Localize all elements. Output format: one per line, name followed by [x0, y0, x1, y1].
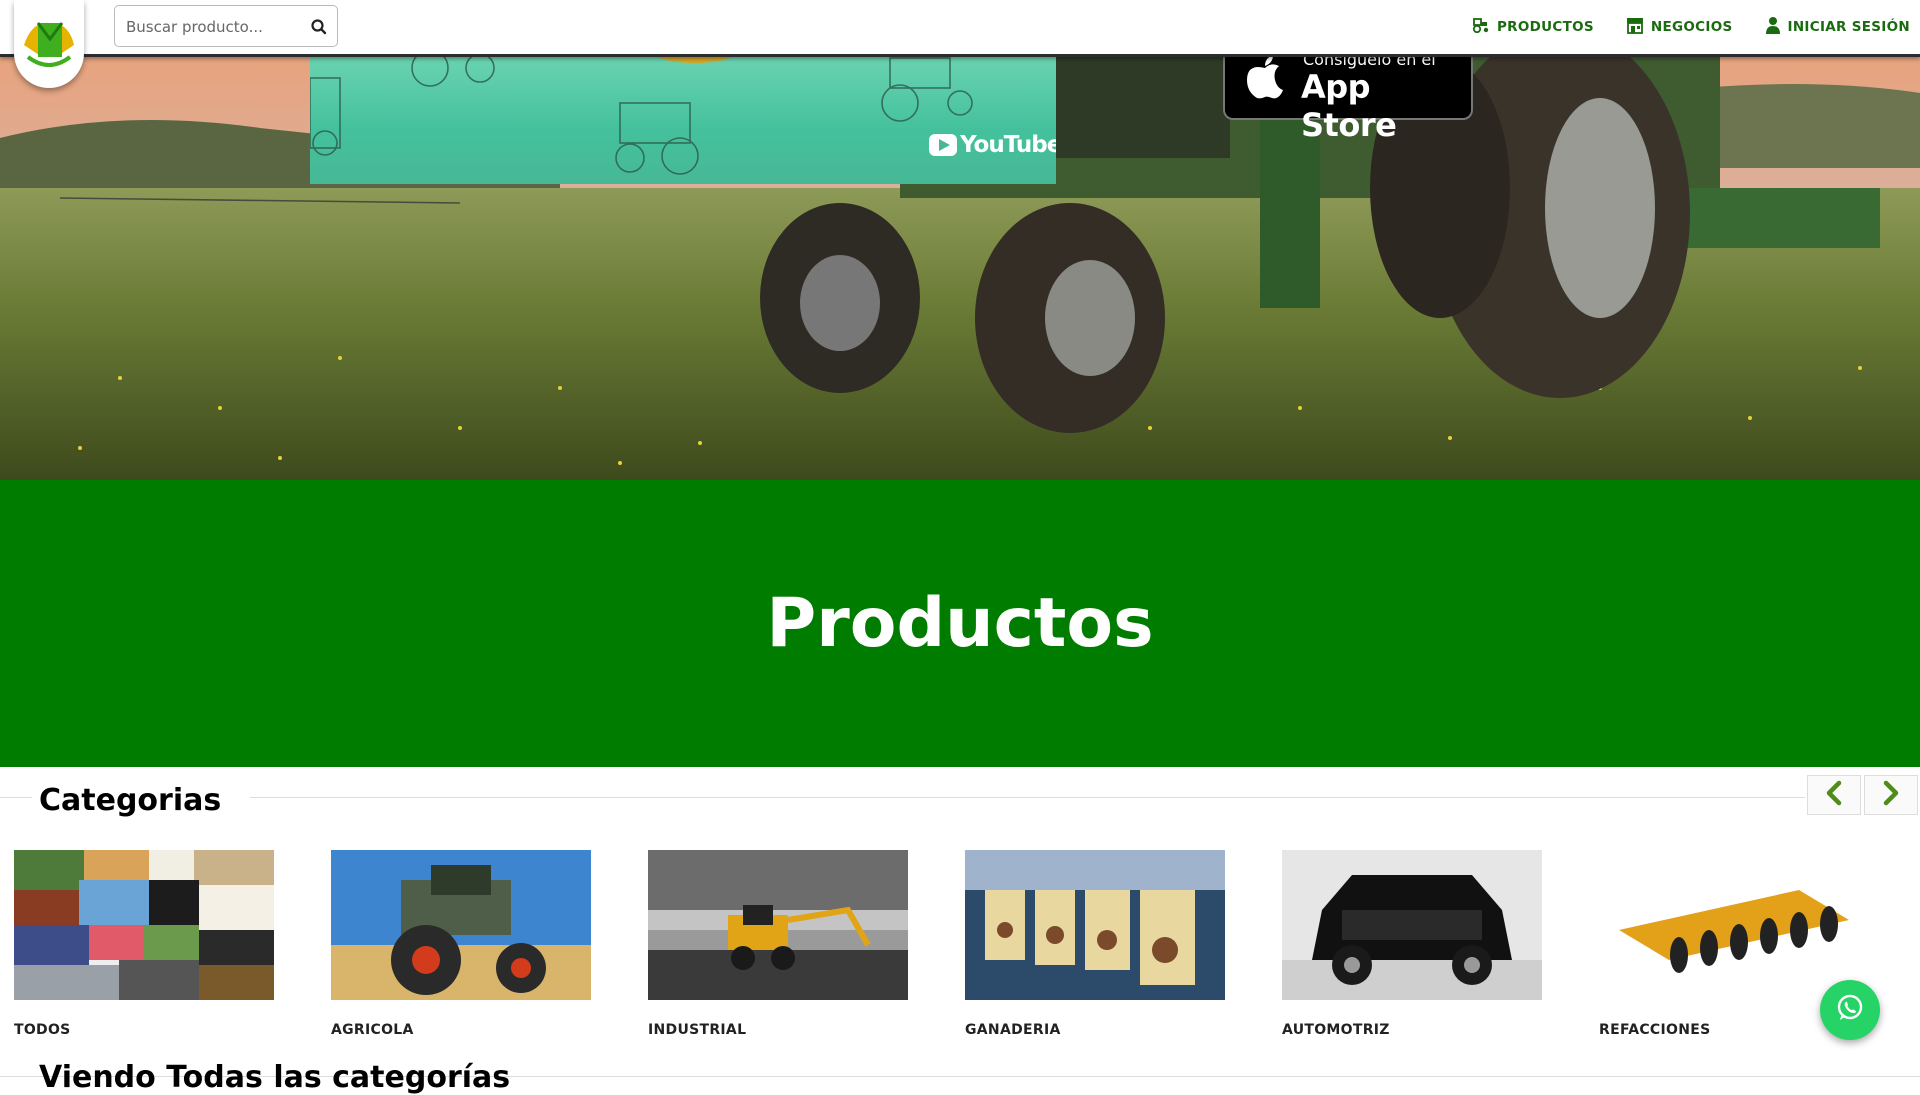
tractor-icon	[1472, 17, 1490, 37]
app-store-badge[interactable]: Consíguelo en el App Store	[1223, 48, 1473, 144]
divider	[250, 797, 1805, 798]
top-navbar: PRODUCTOS NEGOCIOS INICIAR SESIÓN	[0, 0, 1920, 57]
search-input[interactable]	[124, 16, 298, 38]
nav-negocios-label: NEGOCIOS	[1650, 19, 1733, 35]
category-card-automotriz[interactable]: AUTOMOTRIZ	[1282, 850, 1542, 1038]
category-card-ganaderia[interactable]: GANADERIA	[965, 850, 1225, 1038]
category-label-refacciones: REFACCIONES	[1599, 1022, 1711, 1038]
categories-heading: Categorias	[39, 783, 222, 818]
site-logo[interactable]	[14, 0, 84, 88]
category-card-industrial[interactable]: INDUSTRIAL	[648, 850, 908, 1038]
youtube-video-embed[interactable]: YouTube	[310, 48, 1056, 184]
category-thumb-todos	[14, 850, 274, 1000]
category-label-agricola: AGRICOLA	[331, 1022, 414, 1038]
apple-icon	[1245, 54, 1285, 104]
products-banner: Productos	[0, 480, 1920, 767]
nav-productos[interactable]: PRODUCTOS	[1472, 17, 1594, 37]
category-thumb-agricola	[331, 850, 591, 1000]
whatsapp-icon	[1835, 993, 1865, 1027]
youtube-logo-text: YouTube	[960, 132, 1056, 158]
category-label-automotriz: AUTOMOTRIZ	[1282, 1022, 1390, 1038]
category-label-todos: TODOS	[14, 1022, 71, 1038]
search-box	[114, 5, 338, 47]
nav-iniciar-sesion-label: INICIAR SESIÓN	[1787, 19, 1910, 35]
category-thumb-ganaderia	[965, 850, 1225, 1000]
whatsapp-button[interactable]	[1820, 980, 1880, 1040]
app-store-main-text: App Store	[1301, 68, 1397, 144]
chevron-left-icon	[1824, 780, 1844, 810]
main-nav: PRODUCTOS NEGOCIOS INICIAR SESIÓN	[1472, 0, 1910, 54]
search-icon[interactable]	[309, 17, 329, 37]
category-thumb-industrial	[648, 850, 908, 1000]
user-icon	[1765, 16, 1781, 38]
divider	[0, 797, 32, 798]
chevron-right-icon	[1881, 780, 1901, 810]
category-label-industrial: INDUSTRIAL	[648, 1022, 747, 1038]
viewing-heading: Viendo Todas las categorías	[39, 1060, 511, 1095]
page-title: Productos	[766, 584, 1154, 663]
carousel-next-button[interactable]	[1864, 775, 1918, 815]
category-card-refacciones[interactable]: REFACCIONES	[1599, 850, 1859, 1038]
nav-productos-label: PRODUCTOS	[1496, 19, 1594, 35]
nav-negocios[interactable]: NEGOCIOS	[1626, 17, 1733, 38]
hero-banner: YouTube Consíguelo en el App Store	[0, 48, 1920, 480]
store-icon	[1626, 17, 1644, 38]
category-thumb-automotriz	[1282, 850, 1542, 1000]
category-label-ganaderia: GANADERIA	[965, 1022, 1061, 1038]
carousel-prev-button[interactable]	[1807, 775, 1861, 815]
category-card-agricola[interactable]: AGRICOLA	[331, 850, 591, 1038]
nav-iniciar-sesion[interactable]: INICIAR SESIÓN	[1765, 16, 1910, 38]
category-thumb-refacciones	[1599, 850, 1859, 1000]
category-card-todos[interactable]: TODOS	[14, 850, 274, 1038]
